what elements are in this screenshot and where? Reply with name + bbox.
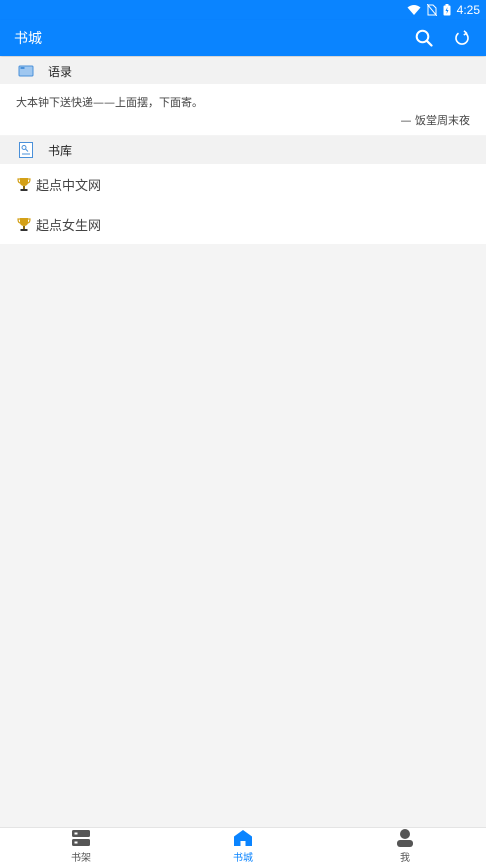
nav-item-label: 书城 xyxy=(233,853,253,864)
refresh-button[interactable] xyxy=(452,28,472,48)
nav-item-label: 书架 xyxy=(71,853,91,864)
nav-item-bookshelf[interactable]: 书架 xyxy=(0,828,162,865)
refresh-icon xyxy=(455,30,469,45)
battery-icon xyxy=(443,4,451,16)
library-item-qidian-female[interactable]: 起点女生网 xyxy=(0,204,486,244)
trophy-icon xyxy=(16,176,32,192)
app-bar-actions xyxy=(414,20,472,56)
library-section-title: 书库 xyxy=(48,143,73,158)
quote-card[interactable]: 大本钟下送快递——上面摆，下面寄。 — 饭堂周末夜 xyxy=(0,84,486,135)
folder-icon xyxy=(18,63,34,79)
person-icon xyxy=(396,829,414,847)
status-time: 4:25 xyxy=(456,3,480,17)
quote-source: — 饭堂周末夜 xyxy=(400,114,471,127)
nav-item-me[interactable]: 我 xyxy=(324,828,486,865)
nav-item-label: 我 xyxy=(400,853,410,864)
quote-text: 大本钟下送快递——上面摆，下面寄。 xyxy=(16,96,203,109)
quotes-section-header: 语录 xyxy=(0,57,486,85)
library-item-label: 起点女生网 xyxy=(36,218,102,234)
quotes-section-title: 语录 xyxy=(48,64,73,79)
no-sim-icon xyxy=(426,4,437,16)
home-icon xyxy=(234,829,252,847)
trophy-icon xyxy=(16,216,32,232)
library-item-qidian[interactable]: 起点中文网 xyxy=(0,164,486,204)
library-section-header: 书库 xyxy=(0,136,486,164)
search-icon xyxy=(415,29,433,47)
page-title: 书城 xyxy=(14,31,42,47)
bookshelf-icon xyxy=(72,829,90,847)
library-icon xyxy=(18,142,34,158)
nav-item-bookstore[interactable]: 书城 xyxy=(162,828,324,865)
library-list: 起点中文网 起点女生网 xyxy=(0,164,486,244)
library-item-label: 起点中文网 xyxy=(36,178,102,194)
status-bar: 4:25 xyxy=(0,0,486,20)
wifi-icon xyxy=(407,4,421,16)
app-bar: 书城 xyxy=(0,20,486,56)
search-button[interactable] xyxy=(414,28,434,48)
bottom-nav: 书架 书城 我 xyxy=(0,827,486,865)
